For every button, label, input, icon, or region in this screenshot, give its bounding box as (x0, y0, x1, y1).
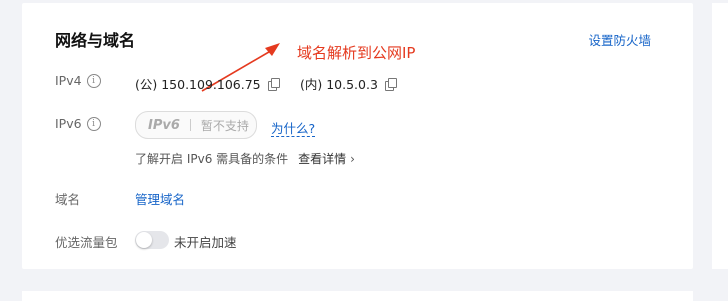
traffic-label-row: 优选流量包 (55, 232, 118, 251)
domain-label: 域名 (55, 192, 81, 207)
adjacent-panel (712, 3, 728, 269)
ipv6-label: IPv6 (55, 116, 82, 131)
view-details-link[interactable]: 查看详情 › (298, 150, 355, 167)
ipv6-label-row: IPv6 i (55, 116, 101, 131)
public-ip-value: (公) 150.109.106.75 (135, 77, 261, 92)
private-ip-field: (内) 10.5.0.3 (300, 74, 397, 93)
ipv6-status-pill: IPv6 暂不支持 (135, 111, 257, 139)
chevron-right-icon: › (350, 151, 355, 166)
toggle-status-text: 未开启加速 (174, 235, 237, 250)
toggle-knob (136, 232, 152, 248)
ipv6-note-text: 了解开启 IPv6 需具备的条件 (135, 152, 289, 166)
manage-domain-link[interactable]: 管理域名 (135, 189, 185, 208)
ipv4-label-row: IPv4 i (55, 73, 101, 88)
info-icon[interactable]: i (86, 116, 101, 131)
public-ip-field: (公) 150.109.106.75 (135, 74, 280, 93)
copy-icon[interactable] (384, 77, 397, 91)
private-ip-value: (内) 10.5.0.3 (300, 77, 378, 92)
traffic-label: 优选流量包 (55, 235, 118, 250)
ipv4-label: IPv4 (55, 73, 82, 88)
ipv6-note-row: 了解开启 IPv6 需具备的条件 查看详情 › (135, 150, 355, 167)
ipv6-logo: IPv6 (148, 117, 180, 133)
network-domain-card: 网络与域名 设置防火墙 域名解析到公网IP IPv4 i (公) 150.109… (22, 3, 693, 269)
acceleration-toggle[interactable] (135, 231, 169, 249)
domain-label-row: 域名 (55, 189, 80, 208)
copy-icon[interactable] (267, 77, 280, 91)
next-card-edge (22, 291, 693, 301)
why-link[interactable]: 为什么? (271, 121, 316, 137)
ipv6-status-text: 暂不支持 (200, 118, 249, 133)
annotation-arrow (201, 43, 280, 92)
set-firewall-link[interactable]: 设置防火墙 (588, 30, 651, 49)
pill-divider (189, 119, 191, 131)
info-icon[interactable]: i (86, 73, 101, 88)
view-details-label: 查看详情 (298, 152, 347, 166)
